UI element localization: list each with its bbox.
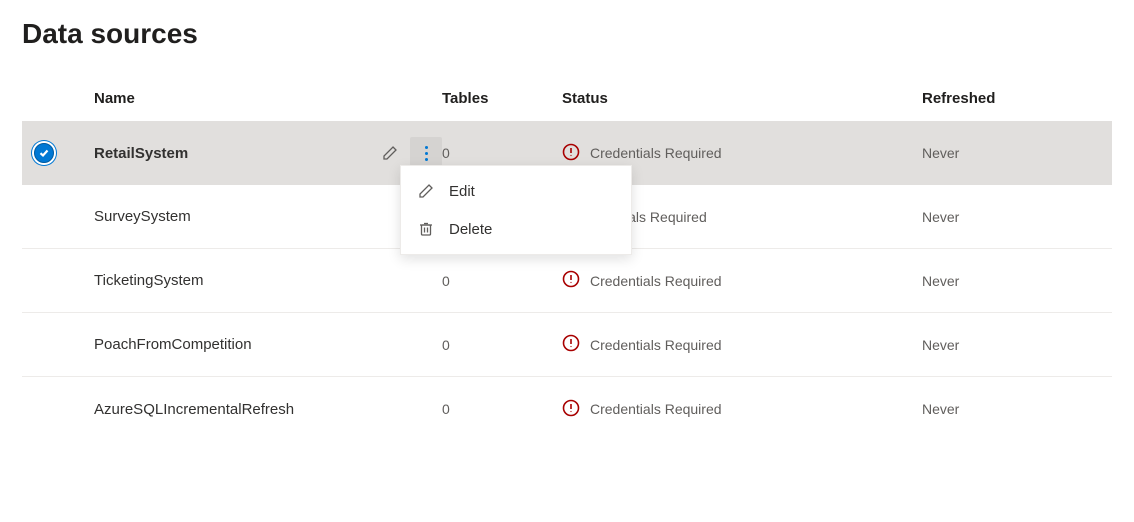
menu-item-label: Delete — [449, 221, 492, 238]
row-refreshed: Never — [922, 273, 1112, 289]
row-tables: 0 — [442, 145, 562, 161]
row-status: Credentials Required — [590, 145, 722, 161]
menu-item-edit[interactable]: Edit — [401, 172, 631, 210]
row-status: Credentials Required — [590, 337, 722, 353]
row-refreshed: Never — [922, 337, 1112, 353]
row-status: Credentials Required — [590, 401, 722, 417]
col-header-name[interactable]: Name — [94, 90, 374, 107]
page-title: Data sources — [22, 18, 1112, 50]
col-header-refreshed[interactable]: Refreshed — [922, 90, 1112, 107]
table-row[interactable]: AzureSQLIncrementalRefresh 0 Credentials… — [22, 377, 1112, 441]
menu-item-delete[interactable]: Delete — [401, 210, 631, 248]
menu-item-label: Edit — [449, 183, 475, 200]
warning-icon — [562, 270, 580, 291]
col-header-tables[interactable]: Tables — [442, 90, 562, 107]
row-tables: 0 — [442, 401, 562, 417]
checkmark-icon[interactable] — [34, 143, 54, 163]
trash-icon — [417, 220, 435, 238]
row-name: TicketingSystem — [94, 272, 374, 289]
row-refreshed: Never — [922, 145, 1112, 161]
table-row[interactable]: PoachFromCompetition 0 Credentials Requi… — [22, 313, 1112, 377]
table-header: Name Tables Status Refreshed — [22, 90, 1112, 121]
row-name: PoachFromCompetition — [94, 336, 374, 353]
table-row[interactable]: RetailSystem 0 Credentials Required Neve… — [22, 121, 1112, 185]
table-row[interactable]: TicketingSystem 0 Credentials Required N… — [22, 249, 1112, 313]
row-name: AzureSQLIncrementalRefresh — [94, 401, 374, 418]
warning-icon — [562, 334, 580, 355]
row-refreshed: Never — [922, 209, 1112, 225]
row-tables: 0 — [442, 273, 562, 289]
row-tables: 0 — [442, 337, 562, 353]
row-name: RetailSystem — [94, 145, 374, 162]
row-status: Credentials Required — [590, 273, 722, 289]
col-header-status[interactable]: Status — [562, 90, 922, 107]
pencil-icon — [417, 182, 435, 200]
warning-icon — [562, 143, 580, 164]
context-menu: Edit Delete — [400, 165, 632, 255]
row-refreshed: Never — [922, 401, 1112, 417]
warning-icon — [562, 399, 580, 420]
row-name: SurveySystem — [94, 208, 374, 225]
data-sources-table: Name Tables Status Refreshed RetailSyste… — [22, 90, 1112, 441]
